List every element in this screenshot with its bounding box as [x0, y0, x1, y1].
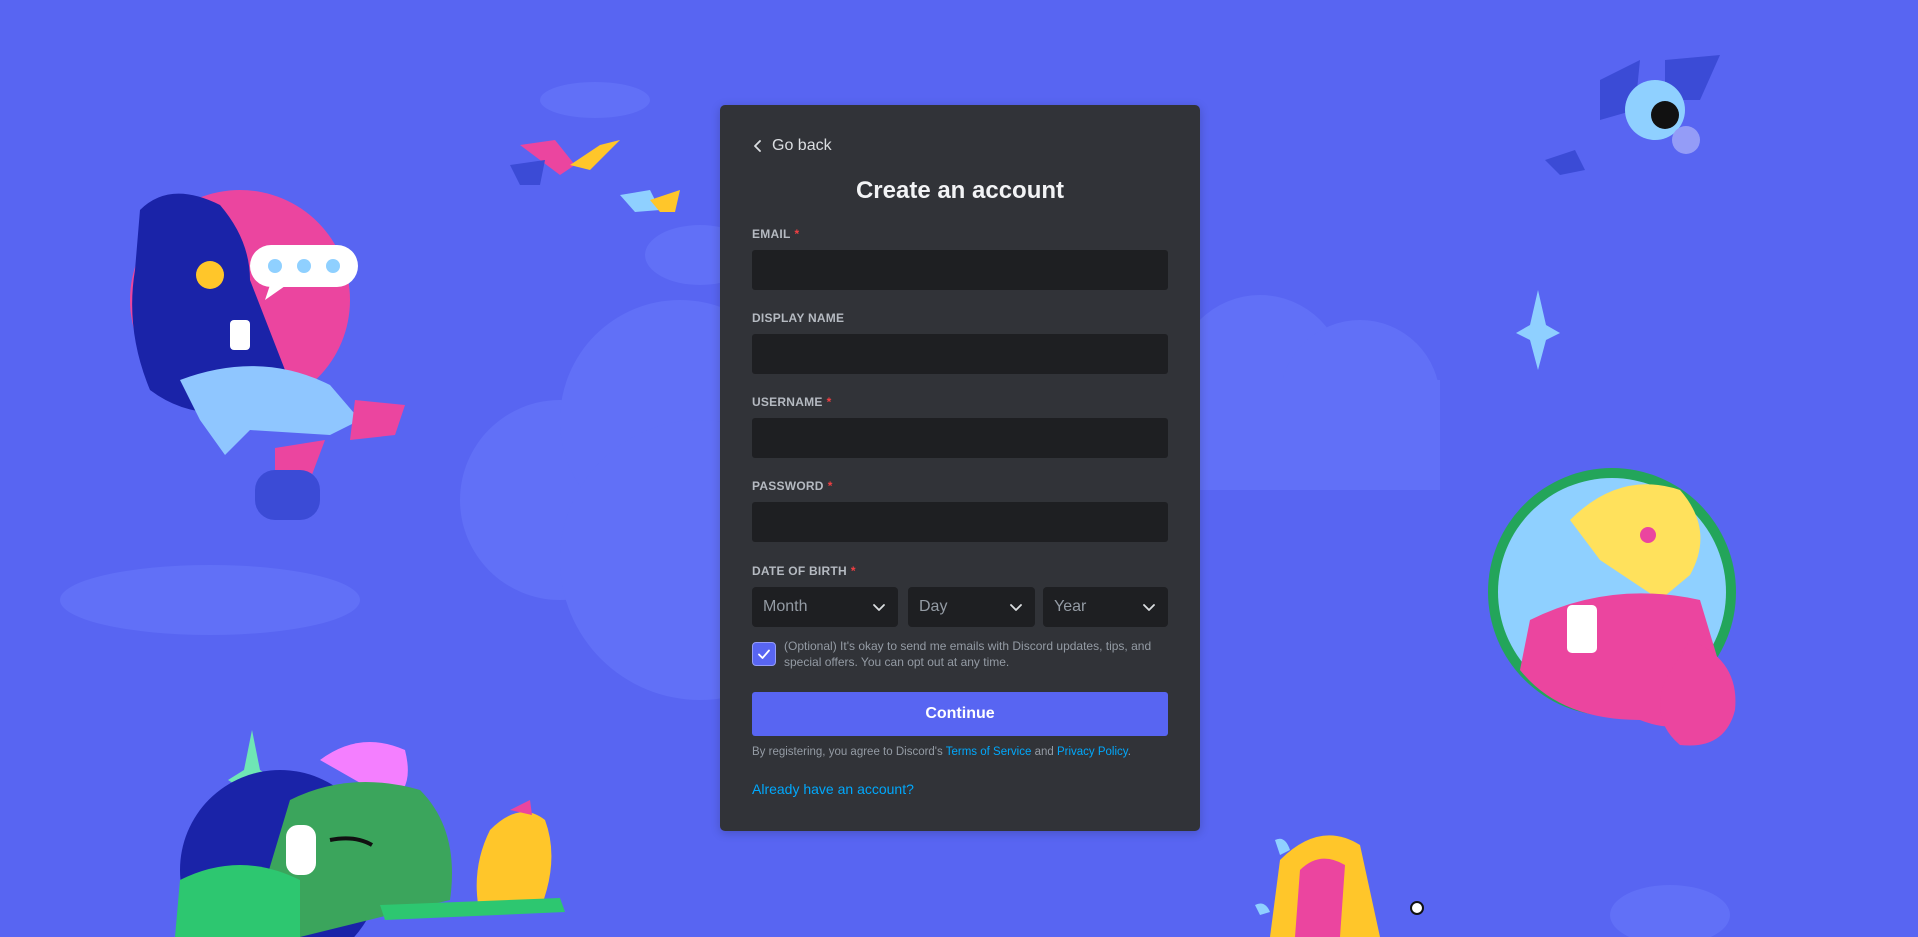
legal-suffix: .: [1127, 746, 1131, 758]
chevron-down-icon: [1143, 604, 1155, 611]
display-name-label-text: DISPLAY NAME: [752, 311, 845, 325]
username-label-text: USERNAME: [752, 395, 823, 409]
chevron-down-icon: [1010, 604, 1022, 611]
day-placeholder: Day: [919, 598, 948, 615]
chevron-down-icon: [873, 604, 885, 611]
terms-of-service-link[interactable]: Terms of Service: [946, 746, 1032, 758]
chevron-left-icon: [754, 140, 761, 152]
email-label: EMAIL *: [752, 227, 799, 241]
day-select[interactable]: Day: [908, 587, 1035, 627]
privacy-policy-link[interactable]: Privacy Policy: [1057, 746, 1128, 758]
year-select[interactable]: Year: [1043, 587, 1168, 627]
required-marker: *: [826, 395, 832, 409]
email-field[interactable]: [752, 250, 1168, 290]
month-placeholder: Month: [763, 598, 808, 615]
username-label: USERNAME *: [752, 395, 832, 409]
required-marker: *: [794, 227, 800, 241]
legal-middle: and: [1031, 746, 1057, 758]
already-have-account-link[interactable]: Already have an account?: [752, 781, 914, 797]
registration-card: Go back Create an account EMAIL * DISPLAY…: [720, 105, 1200, 831]
display-name-label: DISPLAY NAME: [752, 311, 844, 325]
required-marker: *: [827, 479, 833, 493]
password-label: PASSWORD *: [752, 479, 833, 493]
dob-label-text: DATE OF BIRTH: [752, 564, 847, 578]
checkmark-icon: [758, 649, 770, 659]
email-optin-text: (Optional) It's okay to send me emails w…: [784, 639, 1152, 669]
flying-books-illustration: [510, 140, 680, 212]
year-placeholder: Year: [1054, 598, 1087, 615]
legal-text: By registering, you agree to Discord's T…: [752, 744, 1172, 760]
horn-creature-illustration: [1255, 835, 1424, 937]
continue-button[interactable]: Continue: [752, 692, 1168, 736]
green-creature-with-headphones-illustration: [175, 742, 565, 937]
character-reading-phone-illustration: [130, 190, 405, 520]
bat-creature-illustration: [1545, 55, 1720, 175]
go-back-button[interactable]: Go back: [752, 137, 832, 155]
required-marker: *: [850, 564, 856, 578]
dob-label: DATE OF BIRTH *: [752, 564, 856, 578]
display-name-field[interactable]: [752, 334, 1168, 374]
username-field[interactable]: [752, 418, 1168, 458]
email-optin-checkbox[interactable]: [752, 642, 776, 666]
email-label-text: EMAIL: [752, 227, 791, 241]
password-label-text: PASSWORD: [752, 479, 824, 493]
legal-prefix: By registering, you agree to Discord's: [752, 746, 946, 758]
month-select[interactable]: Month: [752, 587, 898, 627]
page-title: Create an account: [855, 177, 1065, 204]
character-with-cup-illustration: [1488, 468, 1736, 746]
password-field[interactable]: [752, 502, 1168, 542]
go-back-label: Go back: [772, 137, 832, 154]
